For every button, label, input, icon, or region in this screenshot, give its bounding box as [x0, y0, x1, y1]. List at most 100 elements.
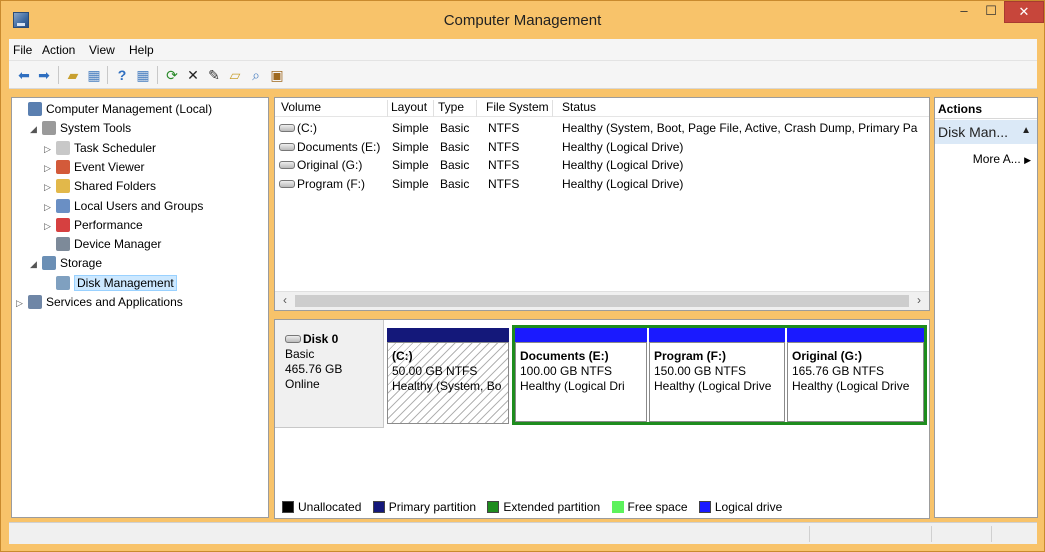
scrollbar-thumb[interactable] — [295, 295, 909, 307]
logical-drive-bar — [787, 328, 924, 342]
menu-help[interactable]: Help — [129, 43, 154, 57]
volume-cell-text: Basic — [440, 176, 470, 191]
expand-toggle-icon[interactable]: ▷ — [44, 198, 56, 217]
tree-item-local-users-and-groups[interactable]: ▷ Local Users and Groups — [44, 197, 203, 216]
disk-state: Online — [285, 377, 320, 391]
menu-file[interactable]: File — [13, 43, 32, 57]
search-icon[interactable]: ⌕ — [247, 66, 265, 84]
extended-partition: Documents (E:) 100.00 GB NTFS Healthy (L… — [512, 325, 927, 425]
refresh-icon[interactable]: ⟳ — [163, 66, 181, 84]
tree-item-task-scheduler[interactable]: ▷ Task Scheduler — [44, 139, 156, 158]
volume-cell-text: Simple — [392, 158, 429, 172]
expand-toggle-icon[interactable]: ▷ — [44, 178, 56, 197]
users-icon — [56, 198, 70, 213]
tree-item-system-tools[interactable]: ◢ System Tools — [30, 119, 131, 138]
close-button[interactable]: ✕ — [1004, 1, 1044, 23]
expand-toggle-icon[interactable]: ◢ — [30, 120, 42, 139]
legend-swatch-primary — [372, 501, 385, 513]
back-icon[interactable]: ⬅ — [15, 66, 33, 84]
help-icon[interactable]: ? — [113, 66, 131, 84]
open-folder-icon[interactable]: ▱ — [226, 66, 244, 84]
scroll-right-icon[interactable]: › — [911, 293, 927, 307]
tree-item-computer-management-local[interactable]: Computer Management (Local) — [16, 100, 212, 119]
volume-cell-layout: Simple — [392, 177, 436, 191]
volume-cell-text: Healthy (Logical Drive) — [562, 139, 684, 154]
volume-list: Volume Layout Type File System Status (C… — [274, 97, 930, 311]
volume-row[interactable]: (C:) Simple Basic NTFS Healthy (System, Boot… — [275, 119, 929, 137]
partition-c[interactable]: (C:) 50.00 GB NTFS Healthy (System, Bo — [387, 328, 509, 424]
title-bar[interactable]: Computer Management – ☐ ✕ — [1, 1, 1044, 39]
column-file-system[interactable]: File System — [486, 100, 553, 117]
expand-toggle-icon[interactable]: ▷ — [44, 159, 56, 178]
collapse-up-icon[interactable]: ▲ — [1021, 125, 1031, 136]
shared-folders-icon — [56, 179, 70, 194]
logical-drive-bar — [515, 328, 647, 342]
toolbar-separator — [58, 66, 59, 84]
tree-item-disk-management[interactable]: Disk Management — [44, 274, 177, 293]
actions-section-disk-management[interactable]: Disk Man... ▲ — [935, 120, 1037, 144]
drive-icon — [279, 124, 295, 132]
expand-toggle-icon[interactable]: ▷ — [16, 294, 28, 313]
partition-name: Program (F:) — [654, 349, 726, 363]
expand-toggle-icon[interactable]: ▷ — [44, 140, 56, 159]
tree-item-event-viewer[interactable]: ▷ Event Viewer — [44, 158, 144, 177]
volume-row[interactable]: Original (G:) Simple Basic NTFS Healthy (Log… — [275, 156, 929, 174]
volume-cell-type: Basic — [440, 140, 480, 154]
partition-status: Healthy (Logical Drive — [654, 379, 772, 393]
expand-toggle-icon[interactable]: ▷ — [44, 217, 56, 236]
disk-0-info[interactable]: Disk 0 Basic 465.76 GB Online — [275, 320, 384, 428]
disk-properties-icon[interactable]: ▣ — [268, 66, 286, 84]
partition-e-body: Documents (E:) 100.00 GB NTFS Healthy (L… — [515, 342, 647, 422]
toolbar-separator — [157, 66, 158, 84]
volume-cell-status: Healthy (Logical Drive) — [562, 177, 924, 191]
column-status[interactable]: Status — [562, 100, 922, 117]
up-folder-icon[interactable]: ▰ — [64, 66, 82, 84]
forward-icon[interactable]: ➡ — [35, 66, 53, 84]
tree-item-services-and-applications[interactable]: ▷ Services and Applications — [16, 293, 183, 312]
partition-g[interactable]: Original (G:) 165.76 GB NTFS Healthy (Lo… — [787, 328, 924, 422]
column-layout[interactable]: Layout — [391, 100, 434, 117]
volume-cell-layout: Simple — [392, 158, 436, 172]
tree-item-device-manager[interactable]: Device Manager — [44, 235, 161, 254]
legend-swatch-unallocated — [282, 501, 294, 513]
show-hide-action-pane-icon[interactable]: ▦ — [134, 66, 152, 84]
volume-cell-text: Documents (E:) — [297, 139, 381, 154]
submenu-arrow-icon: ▶ — [1024, 155, 1031, 165]
disk-size: 465.76 GB — [285, 362, 343, 376]
volume-cell-text: Program (F:) — [297, 176, 366, 191]
partition-name: (C:) — [392, 349, 413, 363]
volume-cell-text: Simple — [392, 121, 429, 135]
volume-cell-fs: NTFS — [488, 121, 558, 135]
status-bar-divider — [931, 526, 932, 542]
tree-item-performance[interactable]: ▷ Performance — [44, 216, 143, 235]
volume-row[interactable]: Program (F:) Simple Basic NTFS Healthy (Logi… — [275, 175, 929, 193]
volume-cell-text: Simple — [392, 139, 429, 154]
column-type[interactable]: Type — [438, 100, 477, 117]
tree-item-label: Computer Management (Local) — [46, 102, 213, 116]
show-hide-tree-icon[interactable]: ▦ — [85, 66, 103, 84]
menu-action[interactable]: Action — [42, 43, 75, 57]
partition-e[interactable]: Documents (E:) 100.00 GB NTFS Healthy (L… — [515, 328, 647, 422]
properties-icon[interactable]: ✎ — [205, 66, 223, 84]
partition-f[interactable]: Program (F:) 150.00 GB NTFS Healthy (Log… — [649, 328, 785, 422]
tree-item-storage[interactable]: ◢ Storage — [30, 254, 102, 273]
expand-toggle-icon[interactable]: ◢ — [30, 255, 42, 274]
menu-view[interactable]: View — [89, 43, 115, 57]
tree-item-label: Device Manager — [74, 237, 162, 252]
disk-icon — [285, 335, 301, 343]
legend-unallocated: Unallocated — [298, 500, 362, 514]
volume-cell-text: NTFS — [488, 158, 520, 172]
volume-cell-volume: Original (G:) — [279, 158, 389, 172]
partition-size: 165.76 GB NTFS — [792, 364, 885, 378]
column-volume[interactable]: Volume — [281, 100, 388, 117]
minimize-button[interactable]: – — [951, 1, 977, 23]
scroll-left-icon[interactable]: ‹ — [277, 293, 293, 307]
tree-item-shared-folders[interactable]: ▷ Shared Folders — [44, 177, 156, 196]
system-tools-icon — [42, 121, 56, 136]
volume-row[interactable]: Documents (E:) Simple Basic NTFS Healthy (Lo… — [275, 138, 929, 156]
maximize-button[interactable]: ☐ — [978, 1, 1004, 23]
actions-section-label: Disk Man... — [938, 124, 1009, 140]
horizontal-scrollbar[interactable]: ‹ › — [275, 291, 929, 310]
delete-icon[interactable]: ✕ — [184, 66, 202, 84]
more-actions-link[interactable]: More A... ▶ — [973, 152, 1031, 166]
